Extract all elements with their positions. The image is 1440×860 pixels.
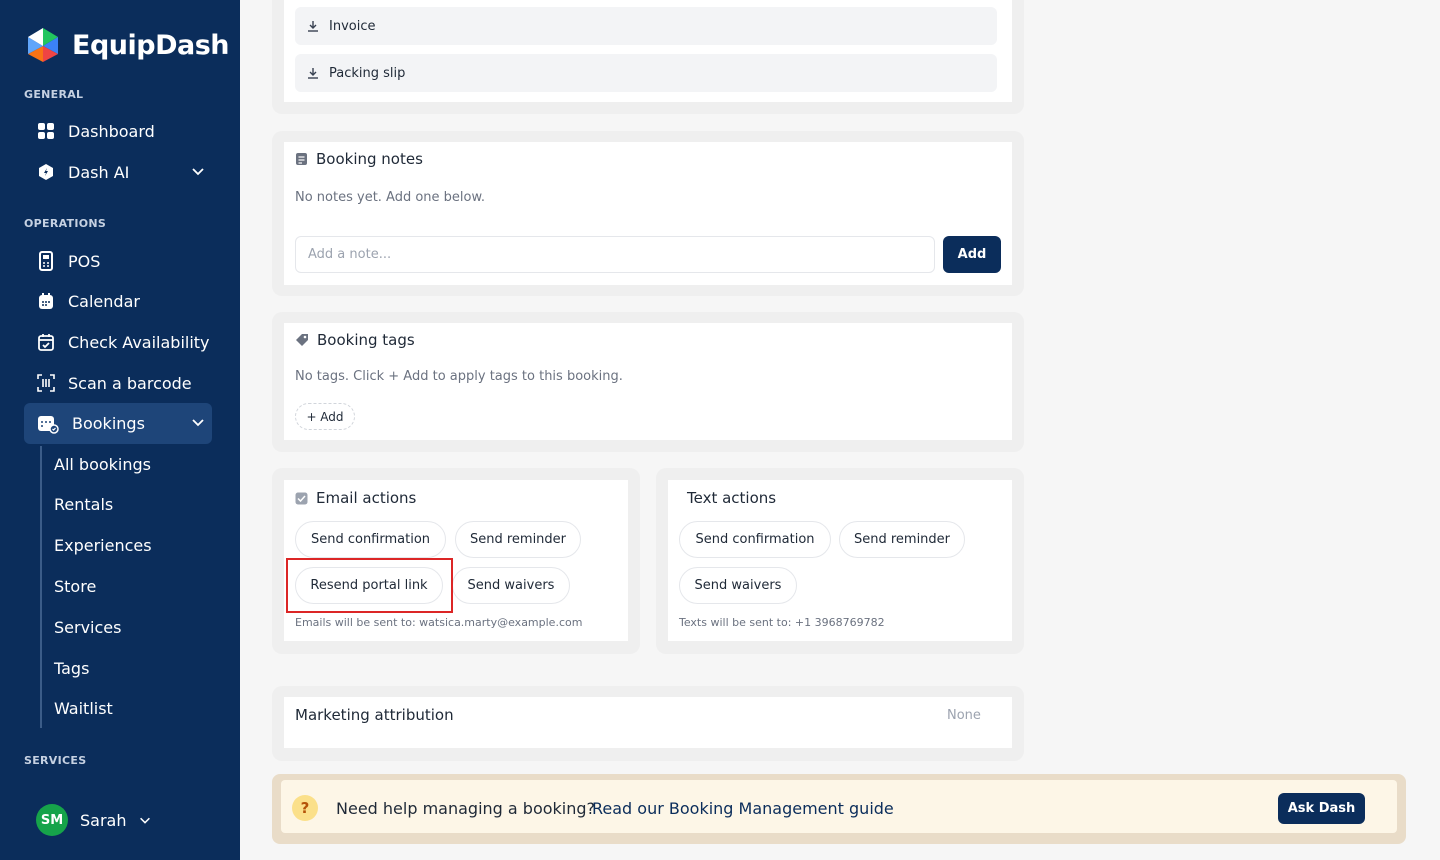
tag-icon bbox=[296, 334, 308, 346]
sidebar-item-store[interactable]: Store bbox=[54, 577, 96, 596]
chevron-down-icon bbox=[140, 817, 151, 824]
ask-dash-button[interactable]: Ask Dash bbox=[1278, 793, 1365, 824]
card-title-text: Booking tags bbox=[317, 331, 415, 349]
download-packing-slip-row[interactable]: Packing slip bbox=[295, 54, 997, 92]
add-tag-button[interactable]: + Add bbox=[295, 403, 355, 430]
download-icon bbox=[308, 68, 318, 79]
sidebar: EquipDash GENERAL Dashboard Dash AI OPER… bbox=[0, 0, 240, 860]
calendar-check-icon bbox=[36, 332, 56, 352]
avatar: SM bbox=[36, 804, 68, 836]
section-label-operations: OPERATIONS bbox=[24, 217, 107, 230]
nav-label: POS bbox=[68, 251, 101, 271]
brand-name: EquipDash bbox=[72, 29, 230, 61]
calendar-icon bbox=[36, 291, 56, 311]
nav-label: Check Availability bbox=[68, 332, 210, 352]
sidebar-item-all-bookings[interactable]: All bookings bbox=[54, 455, 151, 474]
section-label-services: SERVICES bbox=[24, 754, 87, 767]
help-text: Need help managing a booking? bbox=[336, 799, 596, 818]
sidebar-item-rentals[interactable]: Rentals bbox=[54, 495, 113, 514]
card-title-text: Email actions bbox=[316, 489, 417, 507]
notes-icon bbox=[296, 153, 307, 165]
booking-guide-link[interactable]: Read our Booking Management guide bbox=[592, 799, 894, 818]
booking-tags-title: Booking tags bbox=[295, 331, 415, 349]
nav-pos[interactable]: POS bbox=[24, 241, 212, 281]
text-send-reminder-button[interactable]: Send reminder bbox=[839, 521, 965, 558]
notes-empty-text: No notes yet. Add one below. bbox=[295, 190, 486, 205]
doc-label: Packing slip bbox=[329, 65, 406, 81]
pos-terminal-icon bbox=[36, 251, 56, 271]
email-send-reminder-button[interactable]: Send reminder bbox=[455, 521, 581, 558]
nav-calendar[interactable]: Calendar bbox=[24, 281, 212, 321]
tags-empty-text: No tags. Click + Add to apply tags to th… bbox=[295, 369, 623, 384]
sidebar-item-waitlist[interactable]: Waitlist bbox=[54, 699, 113, 718]
download-invoice-row[interactable]: Invoice bbox=[295, 7, 997, 45]
note-input[interactable] bbox=[295, 236, 935, 273]
download-icon bbox=[308, 21, 318, 32]
email-recipient-note: Emails will be sent to: watsica.marty@ex… bbox=[295, 616, 583, 629]
ai-shield-icon bbox=[36, 162, 56, 182]
nav-bookings[interactable]: Bookings bbox=[24, 403, 212, 444]
sidebar-item-tags[interactable]: Tags bbox=[54, 659, 89, 678]
email-send-waivers-button[interactable]: Send waivers bbox=[452, 567, 570, 604]
doc-label: Invoice bbox=[329, 18, 376, 34]
email-actions-title: Email actions bbox=[295, 489, 416, 507]
nav-dashboard[interactable]: Dashboard bbox=[24, 111, 212, 151]
nav-scan-barcode[interactable]: Scan a barcode bbox=[24, 363, 212, 403]
text-send-waivers-button[interactable]: Send waivers bbox=[679, 567, 797, 604]
dashboard-grid-icon bbox=[36, 121, 56, 141]
nav-label: Calendar bbox=[68, 291, 140, 311]
user-name: Sarah bbox=[80, 810, 127, 830]
question-icon: ? bbox=[292, 795, 318, 821]
text-actions-title: Text actions bbox=[687, 489, 776, 507]
highlight-box bbox=[286, 558, 453, 613]
card-title-text: Text actions bbox=[687, 489, 777, 507]
booking-notes-title: Booking notes bbox=[295, 150, 423, 168]
brand-logo[interactable]: EquipDash bbox=[24, 26, 230, 64]
text-recipient-note: Texts will be sent to: +1 3968769782 bbox=[679, 616, 885, 629]
chevron-down-icon[interactable] bbox=[190, 163, 206, 179]
nav-label: Dash AI bbox=[68, 162, 130, 182]
sidebar-item-services[interactable]: Services bbox=[54, 618, 121, 637]
card-title-text: Marketing attribution bbox=[295, 706, 454, 724]
nav-label: Scan a barcode bbox=[68, 373, 192, 393]
email-send-confirmation-button[interactable]: Send confirmation bbox=[295, 521, 446, 558]
equipdash-logo-icon bbox=[28, 28, 58, 62]
nav-dash-ai[interactable]: Dash AI bbox=[24, 152, 212, 192]
nav-label: Dashboard bbox=[68, 121, 155, 141]
barcode-scan-icon bbox=[36, 373, 56, 393]
card-title-text: Booking notes bbox=[316, 150, 423, 168]
bookings-submenu-rail bbox=[40, 446, 42, 728]
marketing-attribution-value: None bbox=[947, 708, 981, 723]
email-check-icon bbox=[295, 492, 308, 504]
add-note-button[interactable]: Add bbox=[943, 236, 1001, 273]
nav-check-availability[interactable]: Check Availability bbox=[24, 322, 212, 362]
text-send-confirmation-button[interactable]: Send confirmation bbox=[679, 521, 831, 558]
nav-label: Bookings bbox=[72, 414, 145, 433]
section-label-general: GENERAL bbox=[24, 88, 84, 101]
bookings-calendar-icon bbox=[36, 414, 60, 434]
chevron-down-icon[interactable] bbox=[190, 414, 206, 430]
marketing-attribution-title: Marketing attribution bbox=[295, 706, 454, 724]
user-menu[interactable]: SM Sarah bbox=[36, 804, 152, 836]
sidebar-item-experiences[interactable]: Experiences bbox=[54, 536, 152, 555]
